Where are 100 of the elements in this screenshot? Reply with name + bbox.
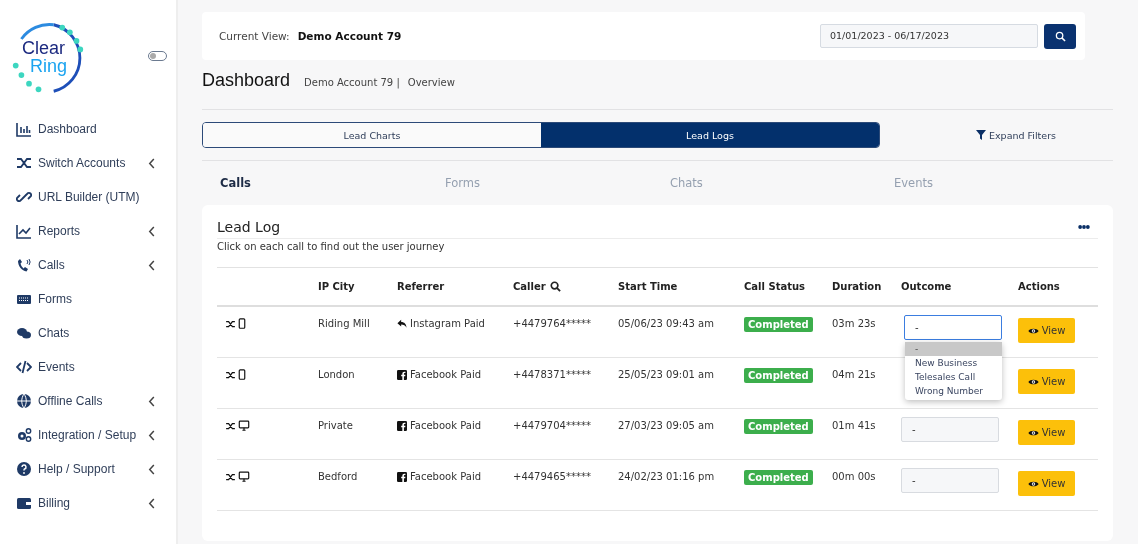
dropdown-option[interactable]: - [905, 342, 1002, 356]
chevron-icon [148, 225, 156, 237]
more-icon[interactable] [1078, 224, 1090, 230]
link-icon [16, 189, 32, 205]
account-name: Demo Account 79 [297, 30, 402, 42]
expand-filters-button[interactable]: Expand Filters [970, 128, 1063, 142]
date-range-field[interactable]: 01/01/2023 - 06/17/2023 [820, 24, 1038, 48]
column-header: Outcome [901, 281, 952, 292]
column-header: IP City [318, 281, 355, 292]
outcome-select[interactable]: - [904, 315, 1002, 340]
gears-icon [16, 427, 32, 443]
reply-arrow-icon [397, 319, 407, 329]
filter-icon [976, 130, 986, 140]
mobile-icon [238, 318, 246, 329]
eye-icon [1027, 326, 1039, 335]
dropdown-option[interactable]: New Business [905, 356, 1002, 370]
sidebar-item[interactable]: URL Builder (UTM) [16, 180, 176, 214]
eye-icon [1027, 377, 1039, 386]
table-cell: Instagram Paid [410, 318, 485, 329]
shuffle-icon [225, 472, 236, 482]
mobile-icon [238, 369, 246, 380]
globe-icon [16, 393, 32, 409]
current-view-label: Current View: [219, 30, 290, 42]
sidebar-item[interactable]: Offline Calls [16, 384, 176, 418]
column-header: Duration [832, 281, 882, 292]
status-badge: Completed [744, 368, 813, 383]
facebook-icon [397, 472, 407, 482]
column-header: Actions [1018, 281, 1060, 292]
outcome-select[interactable]: - [901, 468, 999, 493]
table-cell: Private [318, 420, 353, 431]
sidebar-item[interactable]: Dashboard [16, 112, 176, 146]
card-title: Lead Log [217, 219, 281, 235]
outcome-select[interactable]: - [901, 417, 999, 442]
line-chart-icon [16, 223, 32, 239]
sidebar-item[interactable]: Calls [16, 248, 176, 282]
sidebar-item[interactable]: Chats [16, 316, 176, 350]
sidebar-item[interactable]: Forms [16, 282, 176, 316]
breadcrumb-section: Overview [407, 77, 455, 88]
view-button[interactable]: View [1018, 471, 1075, 496]
table-cell: 25/05/23 09:01 am [618, 369, 714, 380]
search-button[interactable] [1044, 23, 1076, 49]
table-cell: +4479704***** [513, 420, 591, 431]
bar-chart-icon [16, 121, 32, 137]
table-cell: +4478371***** [513, 369, 591, 380]
table-cell: 24/02/23 01:16 pm [618, 471, 715, 482]
column-header: Referrer [397, 281, 445, 292]
table-cell: Bedford [318, 471, 358, 482]
table-cell: 05/06/23 09:43 am [618, 318, 714, 329]
table-cell: 04m 21s [832, 369, 876, 380]
search-icon [1054, 30, 1066, 42]
sidebar-item[interactable]: Integration / Setup [16, 418, 176, 452]
view-tab[interactable]: Lead Logs [541, 123, 879, 147]
dropdown-option[interactable]: Telesales Call [905, 370, 1002, 384]
breadcrumb: Demo Account 79 | [304, 77, 400, 88]
view-button[interactable]: View [1018, 420, 1075, 445]
table-cell: 00m 00s [832, 471, 876, 482]
shuffle-icon [225, 319, 236, 329]
sidebar-item[interactable]: Switch Accounts [16, 146, 176, 180]
eye-icon [1027, 479, 1039, 488]
desktop-icon [238, 471, 250, 482]
wallet-icon [16, 495, 32, 511]
eye-icon [1027, 428, 1039, 437]
shuffle-icon [225, 421, 236, 431]
sidebar-item[interactable]: Reports [16, 214, 176, 248]
chevron-icon [148, 463, 156, 475]
facebook-icon [397, 421, 407, 431]
sidebar-item[interactable]: Help / Support [16, 452, 176, 486]
table-cell: Facebook Paid [410, 471, 481, 482]
shuffle-icon [225, 370, 236, 380]
chevron-icon [148, 259, 156, 271]
card-subtitle: Click on each call to find out the user journey [217, 241, 446, 254]
search-icon[interactable] [549, 281, 561, 292]
table-cell: London [318, 369, 355, 380]
sidebar-item[interactable]: Events [16, 350, 176, 384]
status-badge: Completed [744, 470, 813, 485]
view-button[interactable]: View [1018, 318, 1075, 343]
desktop-icon [238, 420, 250, 431]
shuffle-icon [16, 155, 32, 171]
table-cell: 03m 23s [832, 318, 876, 329]
column-header: Call Status [744, 281, 805, 292]
column-header: Caller [513, 281, 546, 292]
facebook-icon [397, 370, 407, 380]
chat-icon [16, 325, 32, 341]
help-icon [16, 461, 32, 477]
table-cell: 27/03/23 09:05 am [618, 420, 714, 431]
view-button[interactable]: View [1018, 369, 1075, 394]
logo: Clear Ring [10, 17, 86, 99]
tab[interactable]: Calls [220, 176, 251, 190]
chevron-icon [148, 395, 156, 407]
column-header: Start Time [618, 281, 678, 292]
chevron-icon [148, 429, 156, 441]
table-cell: 01m 41s [832, 420, 876, 431]
chevron-icon [148, 157, 156, 169]
dropdown-option[interactable]: Wrong Number [905, 384, 1002, 398]
table-cell: Facebook Paid [410, 420, 481, 431]
phone-icon [16, 257, 32, 273]
table-cell: Facebook Paid [410, 369, 481, 380]
table-cell: +4479764***** [513, 318, 591, 329]
sidebar-item[interactable]: Billing [16, 486, 176, 520]
status-badge: Completed [744, 419, 813, 434]
